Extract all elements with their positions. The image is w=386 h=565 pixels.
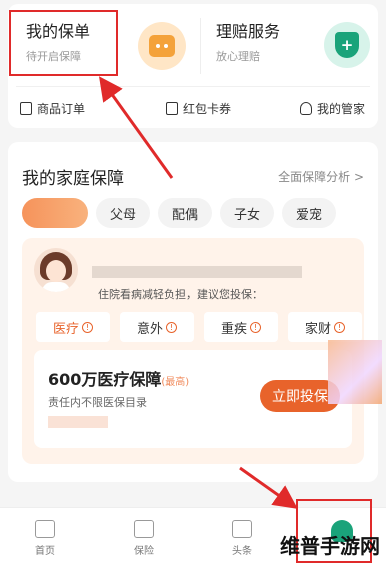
annotation-arrows <box>99 76 298 509</box>
watermark: 维普手游网 <box>280 534 380 558</box>
arrow-to-mine <box>239 466 298 509</box>
arrow-to-policy <box>99 76 174 179</box>
